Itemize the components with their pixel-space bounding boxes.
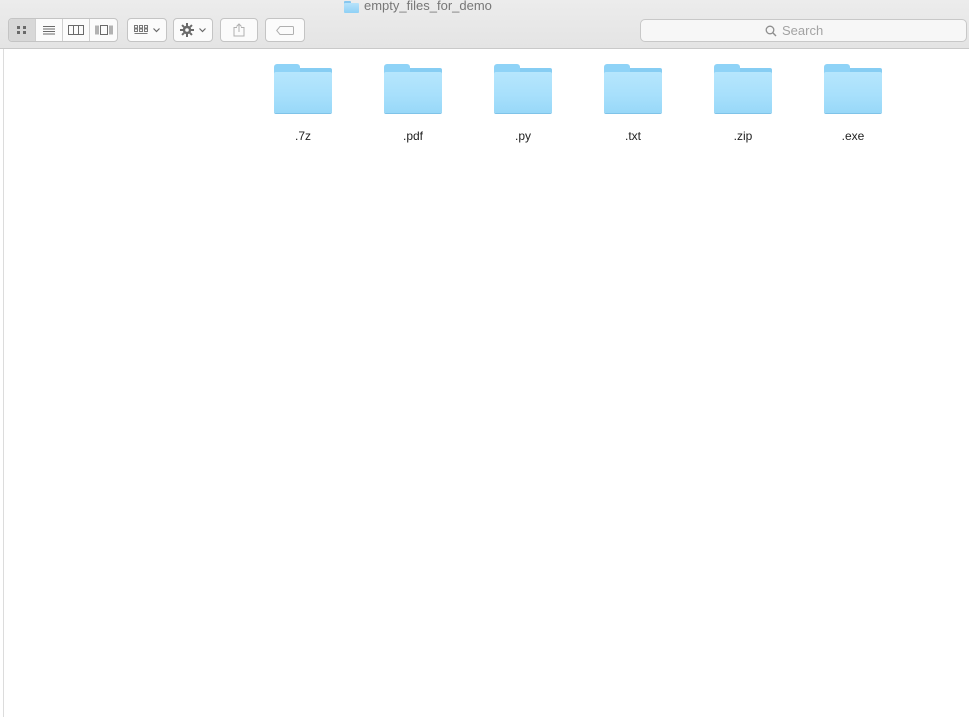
file-item[interactable]: .pdf <box>358 64 468 143</box>
column-view-button[interactable] <box>63 19 90 41</box>
file-name: .zip <box>733 129 753 143</box>
cover-flow-view-button[interactable] <box>90 19 117 41</box>
list-view-button[interactable] <box>36 19 63 41</box>
arrange-grid-icon <box>134 25 148 34</box>
file-item[interactable]: .txt <box>578 64 688 143</box>
arrange-button[interactable] <box>127 18 167 42</box>
file-name: .exe <box>841 129 865 143</box>
file-name: .py <box>514 129 531 143</box>
folder-icon <box>602 64 664 114</box>
folder-icon <box>382 64 444 114</box>
file-name: .pdf <box>402 129 423 143</box>
folder-icon <box>712 64 774 114</box>
folder-icon <box>272 64 334 114</box>
share-icon <box>233 23 245 37</box>
file-item[interactable]: .7z <box>248 64 358 143</box>
tag-icon <box>276 25 294 35</box>
search-input[interactable] <box>782 23 842 38</box>
gear-icon <box>180 23 194 37</box>
list-icon <box>43 26 55 35</box>
action-button[interactable] <box>173 18 213 42</box>
cover-flow-icon <box>95 25 112 35</box>
pane-divider <box>3 49 4 717</box>
share-button[interactable] <box>220 18 258 42</box>
folder-icon <box>822 64 884 114</box>
search-field[interactable] <box>640 19 967 42</box>
toolbar: empty_files_for_demo <box>0 0 969 49</box>
folder-icon <box>344 1 359 13</box>
view-mode-control <box>8 18 118 42</box>
folder-icon <box>492 64 554 114</box>
file-item[interactable]: .py <box>468 64 578 143</box>
icon-view-button[interactable] <box>9 19 36 41</box>
file-name: .txt <box>624 129 641 143</box>
window-title: empty_files_for_demo <box>344 0 492 14</box>
search-icon <box>765 25 777 36</box>
file-item[interactable]: .exe <box>798 64 908 143</box>
file-browser-content: .7z .pdf .py .txt .zip .exe <box>0 49 969 717</box>
window-title-text: empty_files_for_demo <box>364 0 492 13</box>
tags-button[interactable] <box>265 18 305 42</box>
chevron-down-icon <box>153 27 160 32</box>
file-icon-grid: .7z .pdf .py .txt .zip .exe <box>248 64 908 143</box>
columns-icon <box>68 25 84 35</box>
finder-window: empty_files_for_demo Search .7z .pdf .py… <box>0 0 969 717</box>
chevron-down-icon <box>199 27 206 32</box>
file-item[interactable]: .zip <box>688 64 798 143</box>
grid-icon <box>17 26 26 34</box>
file-name: .7z <box>294 129 311 143</box>
